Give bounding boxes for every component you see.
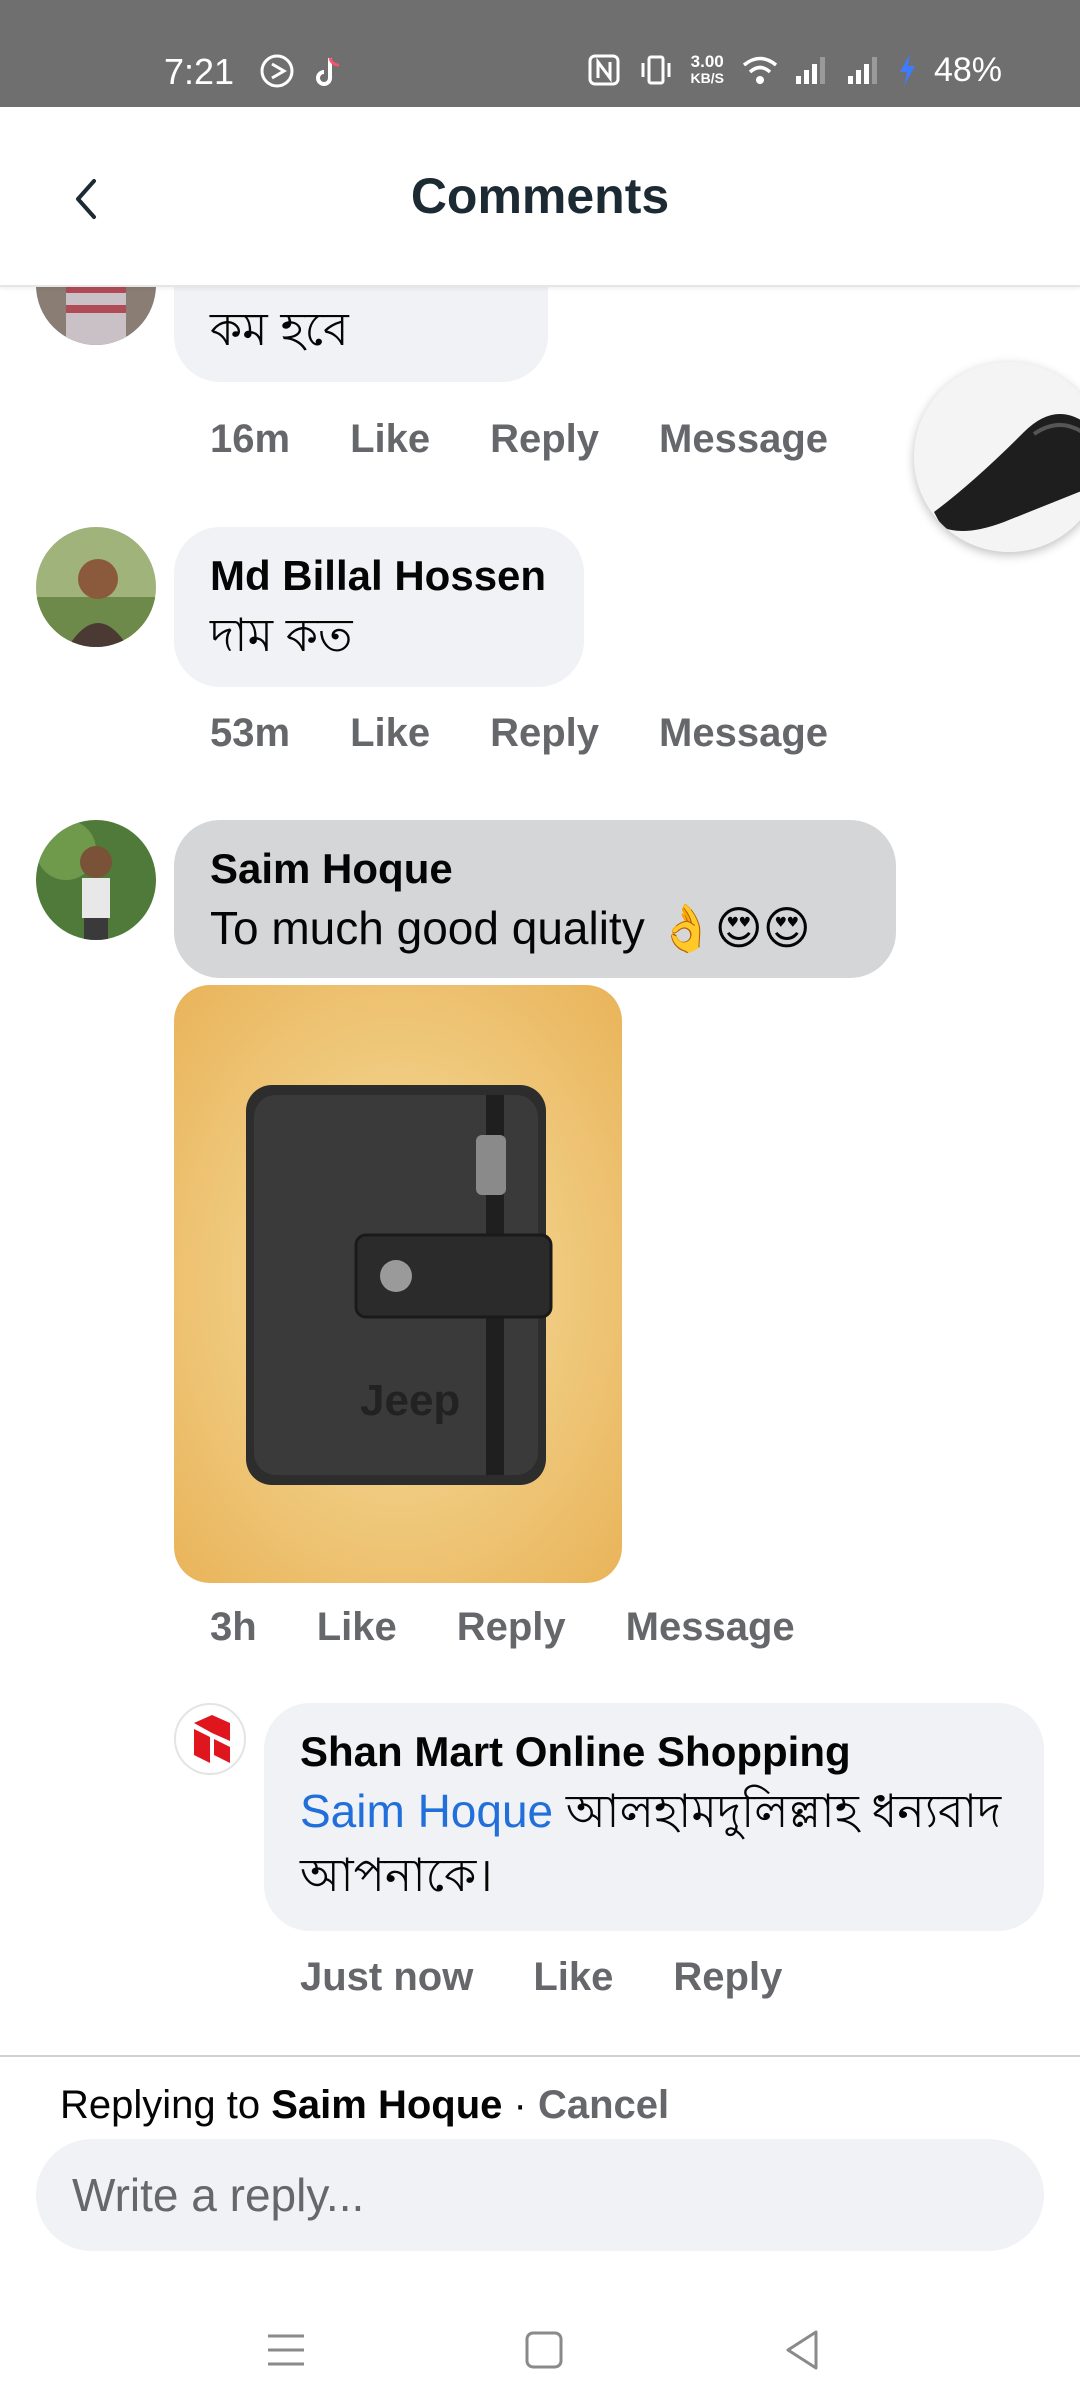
status-bar: 7:21 3.00 KB/S 48% <box>0 0 1080 107</box>
comment-image[interactable]: Jeep <box>174 985 622 1583</box>
reply-input[interactable] <box>36 2139 1044 2251</box>
avatar[interactable] <box>174 1703 246 1775</box>
commenter-name[interactable]: Saim Hoque <box>210 842 860 896</box>
reply-button[interactable]: Reply <box>490 711 599 756</box>
camera-shutter-icon <box>258 52 296 90</box>
comment-time: 53m <box>210 711 291 755</box>
like-button[interactable]: Like <box>350 711 430 756</box>
tiktok-icon <box>310 52 348 90</box>
like-button[interactable]: Like <box>533 1955 613 2000</box>
net-speed: 3.00 KB/S <box>690 52 724 86</box>
reply-text: Saim Hoque আলহামদুলিল্লাহ ধন্যবাদ আপনাকে… <box>300 1785 1002 1901</box>
home-button[interactable] <box>514 2320 574 2380</box>
comment-time: 16m <box>210 417 291 461</box>
battery-level: 48% <box>933 51 1002 89</box>
mention-link[interactable]: Saim Hoque <box>300 1785 553 1837</box>
comment-actions: 3h Like Reply Message <box>210 1605 795 1650</box>
cancel-reply-button[interactable]: Cancel <box>538 2083 669 2127</box>
signal-icon-2 <box>844 52 880 88</box>
reply-target: Saim Hoque <box>271 2083 503 2127</box>
comments-list[interactable]: কম হবে 16m Like Reply Message Md Billal … <box>0 287 1080 2055</box>
reply-bubble[interactable]: Shan Mart Online Shopping Saim Hoque আলহ… <box>264 1703 1044 1931</box>
avatar[interactable] <box>36 820 156 940</box>
reply-time: Just now <box>300 1955 474 1999</box>
replying-to-label: Replying to Saim Hoque · Cancel <box>60 2083 670 2127</box>
reply-button[interactable]: Reply <box>673 1955 782 2000</box>
page-title: Comments <box>410 168 670 224</box>
comment-bubble[interactable]: কম হবে <box>174 287 548 382</box>
menu-icon <box>268 2334 304 2366</box>
vibrate-icon <box>638 52 674 88</box>
reply-bar: Replying to Saim Hoque · Cancel <box>0 2055 1080 2290</box>
system-nav-bar <box>0 2290 1080 2400</box>
comment-actions: 53m Like Reply Message <box>210 711 828 756</box>
nfc-icon <box>586 52 622 88</box>
reply-button[interactable]: Reply <box>457 1605 566 1650</box>
charging-icon <box>896 52 918 88</box>
back-triangle-icon <box>786 2330 818 2370</box>
commenter-name[interactable]: Md Billal Hossen <box>210 549 548 603</box>
comment-text: To much good quality 👌😍😍 <box>210 902 811 954</box>
home-square-icon <box>525 2331 563 2369</box>
signal-icon <box>792 52 828 88</box>
commenter-name[interactable]: Shan Mart Online Shopping <box>300 1725 1008 1779</box>
menu-button[interactable] <box>256 2320 316 2380</box>
comment-actions: 16m Like Reply Message <box>210 417 828 462</box>
avatar[interactable] <box>36 527 156 647</box>
avatar[interactable] <box>36 287 156 345</box>
like-button[interactable]: Like <box>350 417 430 462</box>
reply-actions: Just now Like Reply <box>300 1955 782 2000</box>
message-button[interactable]: Message <box>626 1605 795 1650</box>
back-nav-button[interactable] <box>774 2320 834 2380</box>
comment-bubble[interactable]: Md Billal Hossen দাম কত <box>174 527 584 687</box>
status-time: 7:21 <box>164 51 235 92</box>
comment-bubble[interactable]: Saim Hoque To much good quality 👌😍😍 <box>174 820 896 978</box>
comment-text: কম হবে <box>210 303 349 355</box>
header: Comments <box>0 107 1080 287</box>
comment-time: 3h <box>210 1605 257 1649</box>
wifi-icon <box>740 52 778 88</box>
comment-text: দাম কত <box>210 609 353 661</box>
wallet-brand-text: Jeep <box>360 1376 460 1425</box>
message-button[interactable]: Message <box>659 417 828 462</box>
message-button[interactable]: Message <box>659 711 828 756</box>
like-button[interactable]: Like <box>317 1605 397 1650</box>
reply-button[interactable]: Reply <box>490 417 599 462</box>
